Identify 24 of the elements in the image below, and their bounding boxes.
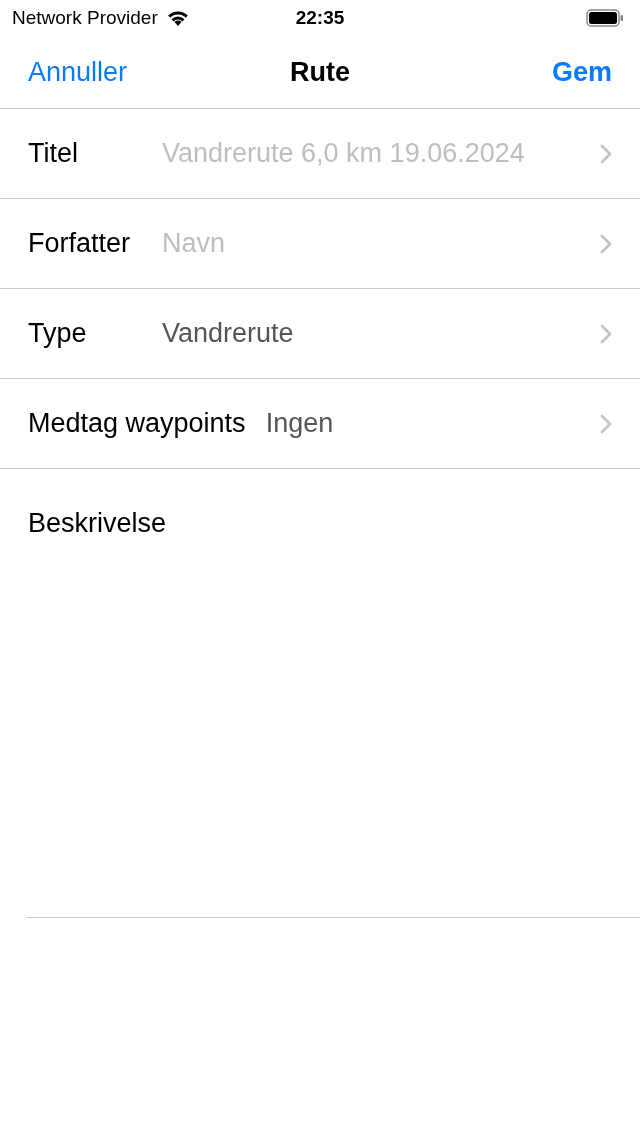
chevron-icon xyxy=(600,233,612,254)
screen-title: Rute xyxy=(290,55,350,89)
description-label: Beskrivelse xyxy=(28,508,167,538)
wifi-icon xyxy=(165,9,190,27)
carrier-name: Network Provider xyxy=(12,5,158,30)
form-row[interactable]: Medtag waypoints Ingen xyxy=(0,379,640,469)
chevron-icon xyxy=(600,413,612,434)
form-row[interactable]: Type Vandrerute xyxy=(0,289,640,379)
value-field[interactable]: Navn xyxy=(162,223,592,264)
field-label: Titel xyxy=(28,137,79,171)
battery-icon xyxy=(586,9,624,27)
chevron-icon xyxy=(600,143,612,164)
value-field[interactable]: Ingen xyxy=(265,403,592,444)
field-label: Forfatter xyxy=(28,227,132,261)
form-row[interactable]: Forfatter Navn xyxy=(0,199,640,289)
field-label: Medtag waypoints xyxy=(28,407,246,441)
cancel-button[interactable]: Annuller xyxy=(28,51,128,93)
save-button[interactable]: Gem xyxy=(551,51,612,93)
clock-time: 22:35 xyxy=(295,5,345,30)
form-row[interactable]: Titel Vandrerute 6,0 km 19.06.2024 xyxy=(0,109,640,199)
value-field[interactable]: Vandrerute xyxy=(162,313,592,354)
value-field[interactable]: Vandrerute 6,0 km 19.06.2024 xyxy=(162,133,592,174)
chevron-icon xyxy=(600,323,612,344)
field-label: Type xyxy=(28,317,88,351)
